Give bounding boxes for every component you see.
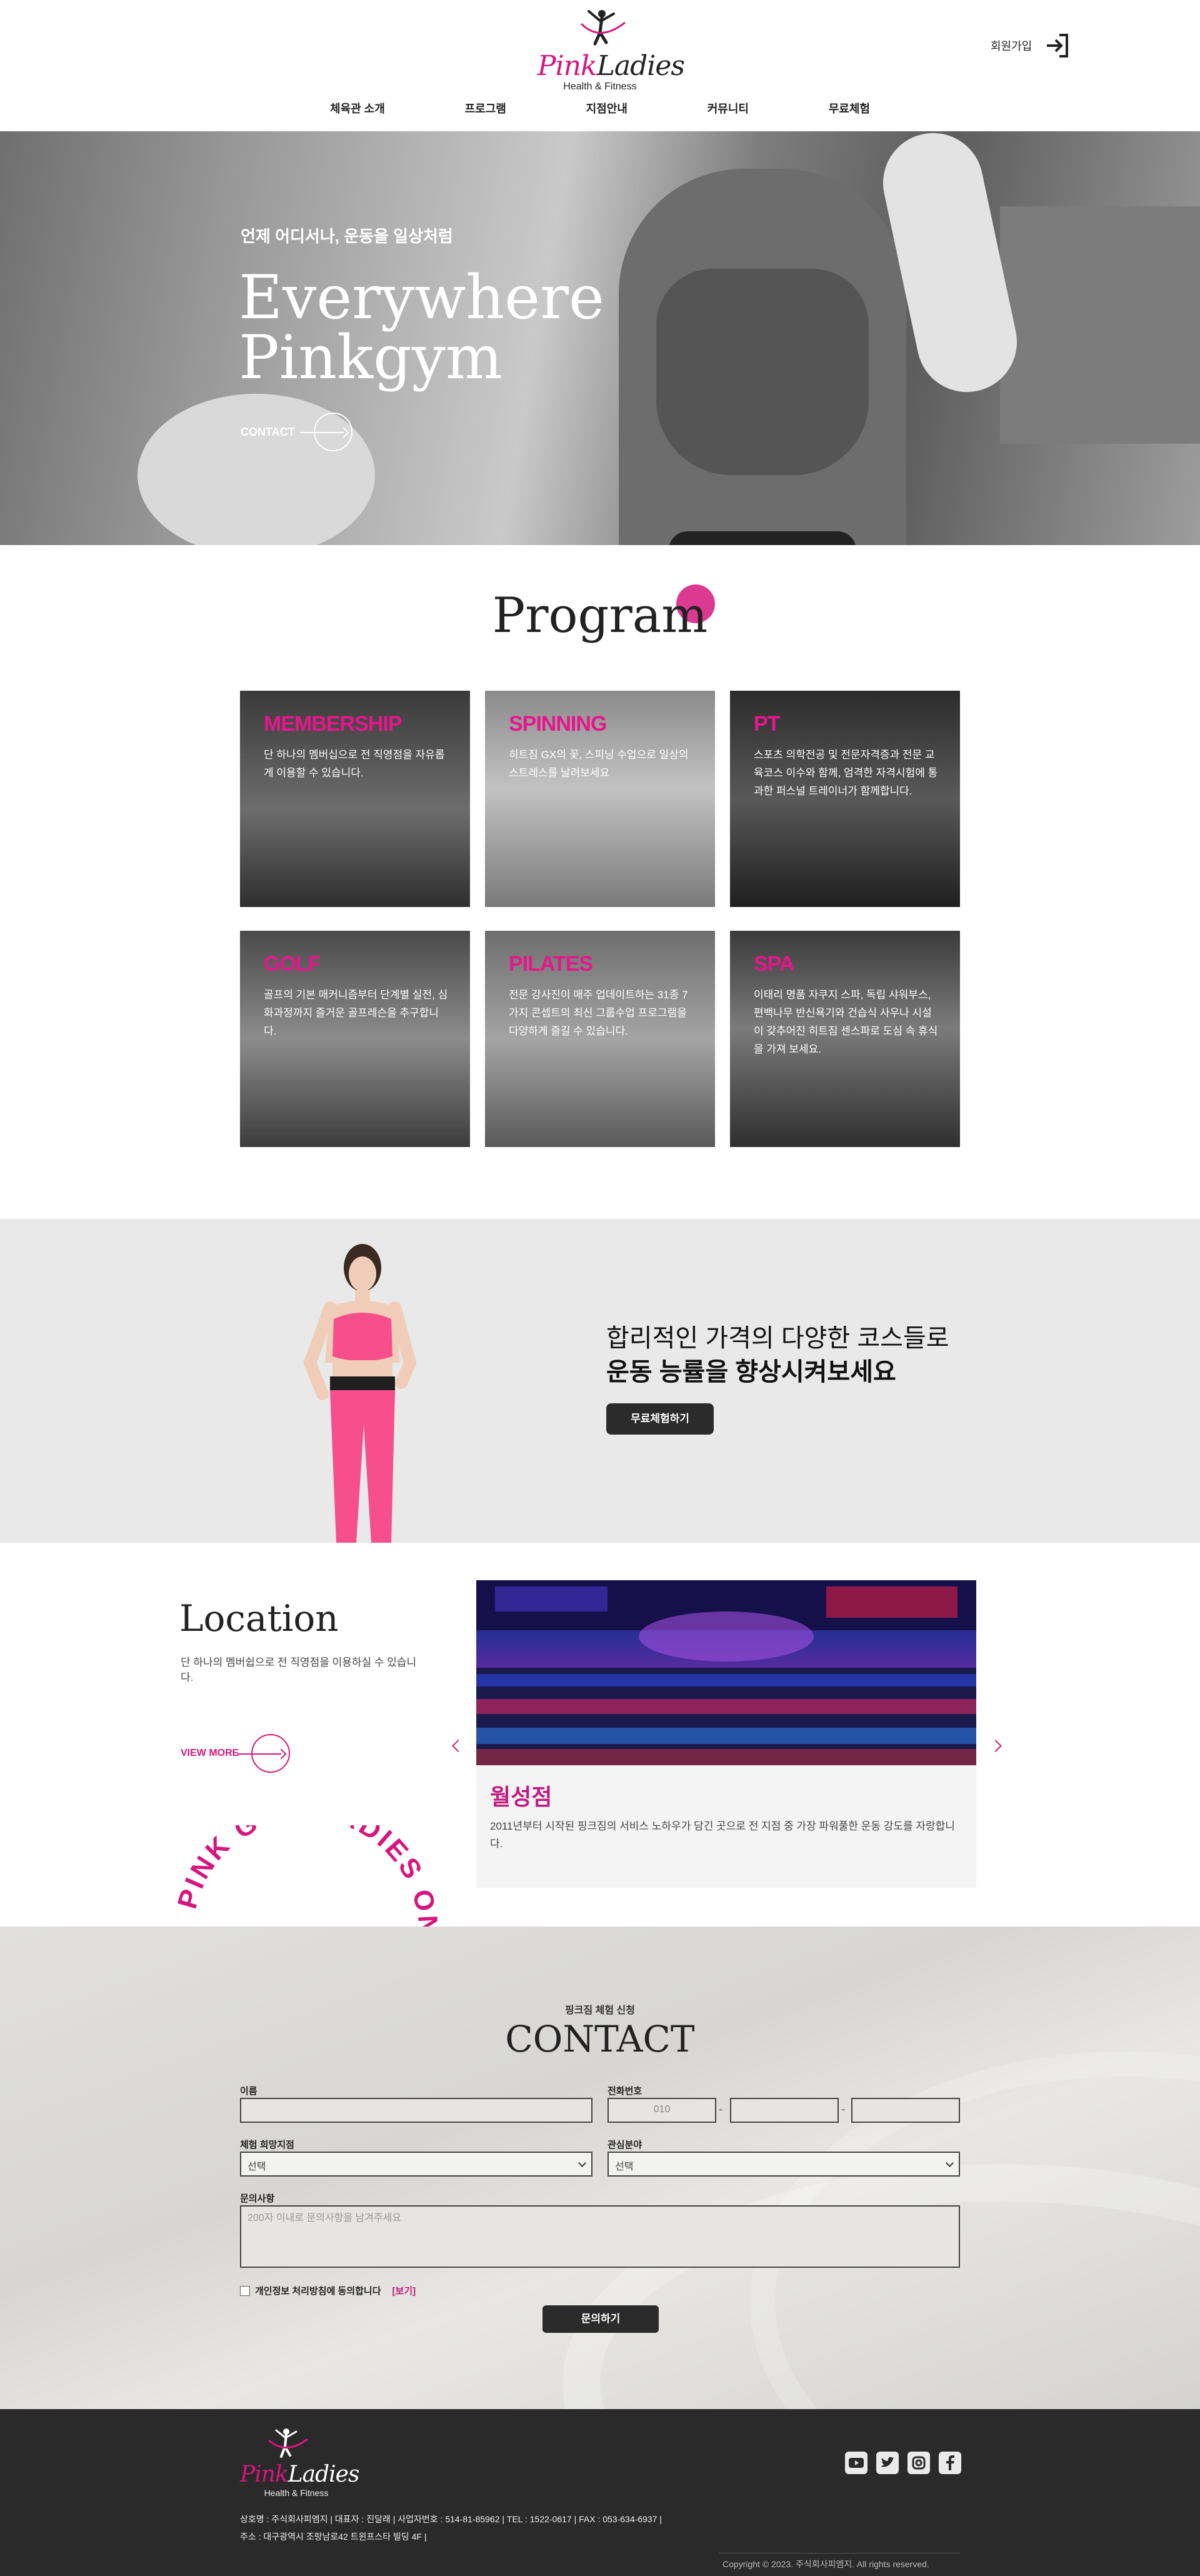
logo[interactable]: PinkLadies Health & Fitness [538, 5, 685, 93]
arrow-right-icon [238, 1734, 291, 1773]
join-button[interactable]: 회원가입 [991, 31, 1072, 60]
hero-banner: 언제 어디서나, 운동을 일상처럼 Everywhere Pinkgym CON… [0, 131, 1200, 545]
hero-contact-button[interactable]: CONTACT [241, 413, 352, 451]
banner-heading: 합리적인 가격의 다양한 코스들로 운동 능률을 향상시켜보세요 [606, 1325, 949, 1386]
interest-select[interactable]: 선택 [608, 2152, 960, 2177]
hero-subtitle: 언제 어디서나, 운동을 일상처럼 [241, 227, 453, 246]
location-description: 단 하나의 멤버쉽으로 전 직영점을 이용하실 수 있습니다. [181, 1656, 417, 1683]
nav-item-branches[interactable]: 지점안내 [586, 100, 628, 116]
contact-section: 핑크짐 체험 신청 CONTACT 이름 전화번호 010 - - 체험 희망지… [0, 1927, 1200, 2409]
footer-logo[interactable]: PinkLadies Health & Fitness [240, 2425, 359, 2500]
program-title: Program [492, 588, 708, 644]
rotating-text: PINK GYM LADIES ONLY [169, 1825, 441, 1932]
privacy-agreement: 개인정보 처리방침에 동의합니다 [보기] [240, 2284, 416, 2297]
nav-item-community[interactable]: 커뮤니티 [708, 100, 749, 116]
chevron-down-icon [946, 2159, 954, 2167]
phone-field-2[interactable] [730, 2098, 839, 2123]
branch-name: 월성점 [490, 1784, 552, 1810]
privacy-label: 개인정보 처리방침에 동의합니다 [255, 2286, 381, 2297]
nav-item-about[interactable]: 체육관 소개 [330, 100, 385, 116]
branch-select-label: 체험 희망지점 [240, 2140, 294, 2150]
free-trial-button[interactable]: 무료체험하기 [606, 1403, 714, 1435]
view-more-label: VIEW MORE [181, 1748, 239, 1758]
contact-title: CONTACT [505, 2018, 695, 2060]
inquiry-textarea[interactable]: 200자 이내로 문의사항을 남겨주세요 [240, 2205, 960, 2268]
join-label: 회원가입 [991, 40, 1032, 53]
twitter-icon[interactable] [876, 2452, 899, 2474]
program-card-spinning[interactable]: SPINNING 히트짐 GX의 꽃, 스피닝 수업으로 일상의 스트레스를 날… [485, 691, 715, 907]
program-card-pilates[interactable]: PILATES 전문 강사진이 매주 업데이트하는 31종 7가지 콘셉트의 최… [485, 931, 715, 1147]
submit-button[interactable]: 문의하기 [542, 2305, 659, 2333]
main-nav: 체육관 소개 프로그램 지점안내 커뮤니티 무료체험 [325, 100, 875, 116]
phone-field-3[interactable] [851, 2098, 960, 2123]
phone-label: 전화번호 [608, 2086, 642, 2097]
chevron-right-icon[interactable] [989, 1740, 1002, 1752]
chevron-left-icon[interactable] [452, 1740, 464, 1752]
facebook-icon[interactable] [939, 2452, 961, 2474]
youtube-icon[interactable] [845, 2452, 868, 2474]
rotating-text-badge: PINK GYM LADIES ONLY [169, 1825, 444, 1932]
branch-description: 2011년부터 시작된 핑크짐의 서비스 노하우가 담긴 곳으로 전 지점 중 … [490, 1820, 955, 1850]
inquiry-label: 문의사항 [240, 2193, 275, 2204]
site-footer: PinkLadies Health & Fitness 상호명 : 주식회사피엠… [0, 2409, 1200, 2576]
arrow-right-icon [299, 413, 352, 451]
footer-logo-subtitle: Health & Fitness [264, 2488, 329, 2498]
location-title: Location [179, 1597, 339, 1640]
program-card-golf[interactable]: GOLF 골프의 기본 매커니즘부터 단계별 실전, 심화과정까지 즐거운 골프… [240, 931, 470, 1147]
nav-item-program[interactable]: 프로그램 [465, 100, 506, 116]
program-card-membership[interactable]: MEMBERSHIP 단 하나의 멤버십으로 전 직영점을 자유롭게 이용할 수… [240, 691, 470, 907]
phone-field-1[interactable]: 010 [608, 2098, 716, 2123]
branch-photo [476, 1580, 976, 1765]
hero-contact-label: CONTACT [241, 425, 295, 438]
program-card-pt[interactable]: PT 스포츠 의학전공 및 전문자격증과 전문 교육코스 이수와 함께, 엄격한… [730, 691, 960, 907]
hero-title: Everywhere Pinkgym [239, 263, 604, 393]
instagram-icon[interactable] [908, 2452, 930, 2474]
model-illustration [303, 1244, 417, 1543]
copyright: Copyright © 2023. 주식회사피엠지. All rights re… [722, 2559, 929, 2569]
interest-select-label: 관심분야 [608, 2140, 642, 2150]
promo-banner: 합리적인 가격의 다양한 코스들로 운동 능률을 향상시켜보세요 무료체험하기 [0, 1219, 1200, 1543]
branch-select[interactable]: 선택 [240, 2152, 592, 2177]
privacy-view-link[interactable]: [보기] [392, 2284, 416, 2297]
branch-card[interactable]: 월성점 2011년부터 시작된 핑크짐의 서비스 노하우가 담긴 곳으로 전 지… [476, 1580, 976, 1888]
site-header: PinkLadies Health & Fitness 회원가입 체육관 소개 … [0, 0, 1200, 131]
view-more-button[interactable]: VIEW MORE [181, 1734, 291, 1773]
logo-subtitle: Health & Fitness [563, 81, 637, 92]
privacy-checkbox[interactable] [240, 2285, 250, 2296]
dancer-logo-icon [580, 10, 626, 46]
svg-text:PINK GYM LADIES ONLY: PINK GYM LADIES ONLY [169, 1825, 444, 1932]
dancer-logo-icon [268, 2428, 308, 2458]
program-cards: MEMBERSHIP 단 하나의 멤버십으로 전 직영점을 자유롭게 이용할 수… [240, 691, 960, 1147]
name-label: 이름 [240, 2086, 258, 2097]
chevron-down-icon [578, 2159, 586, 2167]
name-field[interactable] [240, 2098, 592, 2123]
company-info: 상호명 : 주식회사피엠지 | 대표자 : 진달래 | 사업자번호 : 514-… [240, 2514, 662, 2542]
nav-item-free-trial[interactable]: 무료체험 [829, 100, 870, 116]
program-card-spa[interactable]: SPA 이태리 명품 자쿠지 스파, 독립 샤워부스, 편백나무 반신욕기와 건… [730, 931, 960, 1147]
contact-subtitle: 핑크짐 체험 신청 [565, 2005, 635, 2016]
login-icon [1047, 34, 1069, 58]
social-links [845, 2452, 961, 2474]
